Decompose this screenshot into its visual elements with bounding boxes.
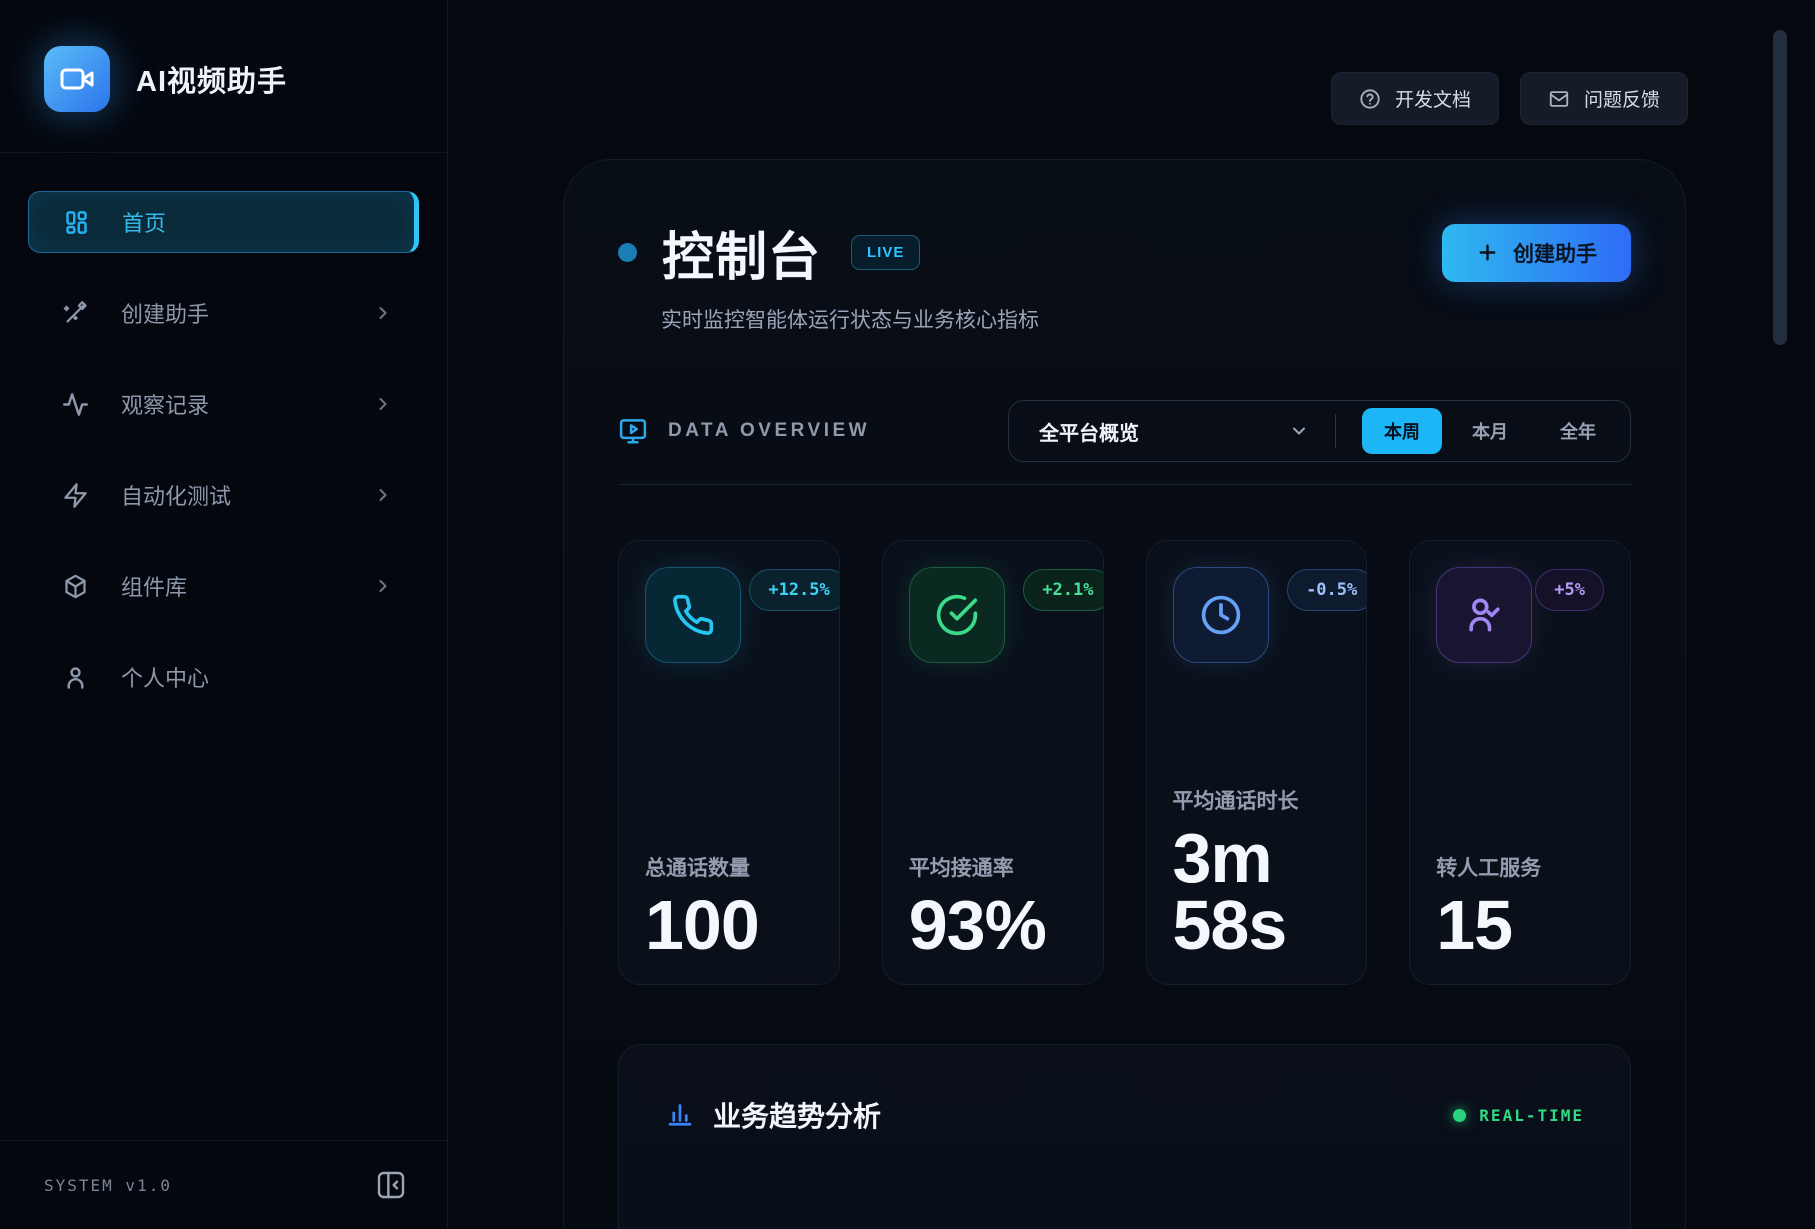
main-content: 开发文档 问题反馈 控制台 LIVE [448,0,1815,1229]
app-window: AI视频助手 首页 创建助手 [0,0,1815,1229]
console-subtitle: 实时监控智能体运行状态与业务核心指标 [661,304,1631,334]
user-check-icon [1436,567,1532,663]
chevron-right-icon [373,303,393,323]
status-dot [618,243,637,262]
app-logo [44,46,110,112]
help-circle-icon [1359,88,1381,110]
time-range-tabs: 本周 本月 全年 [1362,408,1618,454]
activity-icon [62,391,89,418]
mail-icon [1548,88,1570,110]
stat-card-total-calls: +12.5% 总通话数量 100 [618,540,840,985]
feedback-label: 问题反馈 [1584,85,1660,112]
feedback-button[interactable]: 问题反馈 [1520,72,1688,125]
sidebar-footer: SYSTEM v1.0 [0,1140,447,1229]
data-overview-row: DATA OVERVIEW 全平台概览 本周 本月 全年 [618,400,1631,462]
delta-badge: +2.1% [1023,569,1103,611]
stat-label: 平均接通率 [909,852,1077,882]
realtime-label: REAL-TIME [1479,1106,1584,1125]
topbar: 开发文档 问题反馈 [448,0,1815,159]
dev-docs-label: 开发文档 [1395,85,1471,112]
sidebar-item-label: 首页 [122,206,166,238]
stat-cards: +12.5% 总通话数量 100 [618,540,1631,985]
sidebar-nav: 首页 创建助手 [0,153,447,1140]
sidebar-item-automated-testing[interactable]: 自动化测试 [28,464,419,526]
stat-label: 总通话数量 [645,852,813,882]
logo-row: AI视频助手 [0,0,447,153]
tab-this-week[interactable]: 本周 [1362,408,1442,454]
stat-label: 平均通话时长 [1173,785,1341,815]
stat-card-answer-rate: +2.1% 平均接通率 93% [882,540,1104,985]
stat-value: 15 [1436,892,1604,959]
tab-this-month[interactable]: 本月 [1450,408,1530,454]
stat-value: 93% [909,892,1077,959]
stat-card-avg-duration: -0.5% 平均通话时长 3m 58s [1146,540,1368,985]
sidebar-item-label: 自动化测试 [121,479,231,511]
filter-group: 全平台概览 本周 本月 全年 [1008,400,1631,462]
chevron-down-icon [1289,421,1309,441]
create-assistant-label: 创建助手 [1513,238,1597,268]
divider [618,484,1631,485]
console-header: 控制台 LIVE 创建助手 [618,215,1631,290]
stat-card-human-transfer: +5% 转人工服务 15 [1409,540,1631,985]
delta-badge: -0.5% [1287,569,1367,611]
phone-icon [645,567,741,663]
bar-chart-icon [665,1098,695,1132]
clock-icon [1173,567,1269,663]
lightning-icon [62,482,89,509]
sidebar-item-component-library[interactable]: 组件库 [28,555,419,617]
chevron-right-icon [373,485,393,505]
delta-badge: +5% [1535,569,1604,611]
app-title: AI视频助手 [136,58,287,100]
check-circle-icon [909,567,1005,663]
trend-analysis-card: 业务趋势分析 REAL-TIME [618,1044,1631,1229]
sidebar-item-label: 组件库 [121,570,187,602]
sidebar-item-label: 个人中心 [121,661,209,693]
user-icon [62,664,89,691]
stat-value: 100 [645,892,813,959]
platform-select[interactable]: 全平台概览 [1039,417,1309,446]
system-version: SYSTEM v1.0 [44,1176,172,1195]
monitor-play-icon [618,416,648,446]
divider [1335,414,1336,448]
magic-wand-icon [62,300,89,327]
stat-value: 3m [1173,825,1341,892]
stat-value-line2: 58s [1173,892,1341,959]
tab-this-year[interactable]: 全年 [1538,408,1618,454]
dashboard-icon [63,209,90,236]
sidebar-item-label: 创建助手 [121,297,209,329]
cube-icon [62,573,89,600]
delta-badge: +12.5% [749,569,839,611]
stat-label: 转人工服务 [1436,852,1604,882]
sidebar-item-personal-center[interactable]: 个人中心 [28,646,419,708]
realtime-dot [1453,1109,1466,1122]
video-camera-icon [59,61,95,97]
live-badge: LIVE [851,235,920,270]
sidebar-item-home[interactable]: 首页 [28,191,419,253]
panel-collapse-icon [375,1169,407,1201]
platform-select-value: 全平台概览 [1039,417,1139,446]
sidebar: AI视频助手 首页 创建助手 [0,0,448,1229]
chevron-right-icon [373,394,393,414]
dev-docs-button[interactable]: 开发文档 [1331,72,1499,125]
create-assistant-button[interactable]: 创建助手 [1442,224,1631,282]
page-title: 控制台 [662,215,821,290]
sidebar-collapse-button[interactable] [375,1169,407,1201]
sidebar-item-label: 观察记录 [121,388,209,420]
scrollbar-thumb[interactable] [1773,30,1787,345]
sidebar-item-create-assistant[interactable]: 创建助手 [28,282,419,344]
trend-title: 业务趋势分析 [713,1095,881,1135]
chevron-right-icon [373,576,393,596]
console-panel: 控制台 LIVE 创建助手 实时监控智能体运行状态与业务核心指标 [563,159,1686,1229]
plus-icon [1476,241,1499,264]
section-label: DATA OVERVIEW [668,420,870,442]
sidebar-item-observation-log[interactable]: 观察记录 [28,373,419,435]
